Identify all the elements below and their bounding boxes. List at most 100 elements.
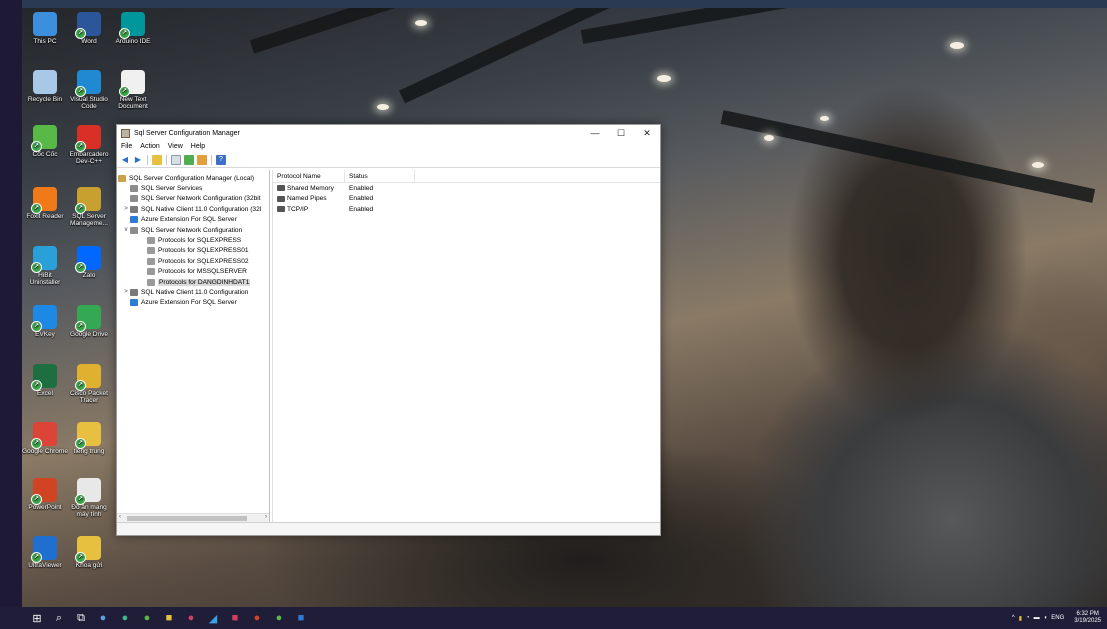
taskbar-app-5[interactable]: ■ [224, 607, 246, 629]
arduino-icon: ↗ [119, 12, 145, 39]
desktop-icon[interactable]: ↗ SQL Server Manageme... [66, 187, 112, 227]
menu-action[interactable]: Action [140, 143, 159, 150]
tree-node-icon [147, 247, 155, 255]
desktop-icon[interactable]: ↗ Visual Studio Code [66, 70, 112, 110]
desktop-icon[interactable]: ↗ EVKey [22, 305, 68, 338]
column-protocol-name[interactable]: Protocol Name [273, 170, 345, 182]
taskbar-coccoc[interactable]: ● [136, 607, 158, 629]
tree-node-icon [130, 216, 138, 224]
tree-node[interactable]: > SQL Native Client 11.0 Configuration [117, 287, 269, 297]
tree-node[interactable]: SQL Server Services [117, 183, 269, 193]
search-icon[interactable]: ⌕ [48, 607, 70, 629]
protocol-list: Shared Memory Enabled Named Pipes Enabled TC… [273, 183, 660, 215]
desktop-icon[interactable]: ↗ tiếng trung [66, 422, 112, 455]
tree-node-label: Azure Extension For SQL Server [141, 216, 237, 224]
taskbar-app-6[interactable]: ● [246, 607, 268, 629]
word-icon: ↗ [75, 12, 101, 39]
desktop-icon[interactable]: ↗ Zalo [66, 246, 112, 279]
close-button[interactable]: ✕ [634, 125, 660, 141]
desktop-icon[interactable]: ↗ New Text Document [110, 70, 156, 110]
minimize-button[interactable]: — [582, 125, 608, 141]
chrome-icon: ↗ [31, 422, 57, 449]
up-folder-icon[interactable] [152, 154, 162, 165]
tray-chevron-icon[interactable]: ^ [1012, 615, 1015, 621]
tree-node[interactable]: Protocols for SQLEXPRESS01 [117, 246, 269, 256]
protocol-row[interactable]: Shared Memory Enabled [273, 183, 660, 194]
start-button[interactable]: ⊞ [26, 607, 48, 629]
taskbar-app-7[interactable]: ● [268, 607, 290, 629]
tree-node-label: SQL Server Configuration Manager (Local) [129, 174, 255, 182]
taskbar-explorer[interactable]: ■ [158, 607, 180, 629]
tree-node[interactable]: SQL Server Configuration Manager (Local) [117, 173, 269, 183]
protocol-row[interactable]: Named Pipes Enabled [273, 194, 660, 205]
clock[interactable]: 6:32 PM 3/19/2025 [1074, 611, 1101, 625]
taskbar-app-8[interactable]: ■ [290, 607, 312, 629]
tree-node[interactable]: SQL Server Network Configuration (32bit [117, 194, 269, 204]
expand-toggle-icon[interactable]: > [122, 289, 130, 295]
column-status[interactable]: Status [345, 170, 415, 182]
desktop-icon[interactable]: ↗ Đồ án mạng máy tính [66, 478, 112, 518]
menu-view[interactable]: View [168, 143, 183, 150]
desktop-icon[interactable]: This PC [22, 12, 68, 45]
forward-arrow-icon[interactable]: ▶ [133, 155, 143, 165]
scroll-right-icon[interactable]: › [265, 514, 267, 520]
expand-toggle-icon[interactable]: v [122, 227, 130, 233]
desktop-icon[interactable]: ↗ Google Chrome [22, 422, 68, 455]
sql-config-manager-window[interactable]: Sql Server Configuration Manager — ☐ ✕ F… [116, 124, 661, 536]
taskbar-app-4[interactable]: ◢ [202, 607, 224, 629]
desktop-icon[interactable]: ↗ Khoa gửi [66, 536, 112, 569]
protocol-name-cell: TCP/IP [273, 206, 345, 213]
taskbar-app-1[interactable]: ● [92, 607, 114, 629]
expand-toggle-icon[interactable]: > [122, 206, 130, 212]
tray-volume-icon[interactable]: ◖ [1044, 615, 1048, 621]
scrollbar-thumb[interactable] [127, 516, 247, 521]
tree-node-label: SQL Server Network Configuration [141, 226, 243, 234]
tree-node[interactable]: > SQL Native Client 11.0 Configuration (3… [117, 204, 269, 214]
task-view-icon[interactable]: ⧉ [70, 607, 92, 629]
tree-node[interactable]: v SQL Server Network Configuration [117, 225, 269, 235]
back-arrow-icon[interactable]: ◀ [120, 155, 130, 165]
desktop-icon[interactable]: ↗ UltraViewer [22, 536, 68, 569]
desktop-icon[interactable]: Recycle Bin [22, 70, 68, 103]
desktop-icon[interactable]: ↗ HiBit Uninstaller [22, 246, 68, 286]
system-tray: ^ ▮ ◔ ▬ ◖ ENG 6:32 PM 3/19/2025 [1012, 607, 1101, 629]
help-icon[interactable]: ? [216, 154, 226, 165]
desktop-icon[interactable]: ↗ Foxit Reader [22, 187, 68, 220]
maximize-button[interactable]: ☐ [608, 125, 634, 141]
tree-node-label: Protocols for DANGDINHDAT1 [158, 278, 251, 286]
ssms-icon: ↗ [75, 187, 101, 214]
title-bar[interactable]: Sql Server Configuration Manager — ☐ ✕ [117, 125, 660, 141]
tree-node[interactable]: Azure Extension For SQL Server [117, 298, 269, 308]
tray-app-icon[interactable]: ▮ [1019, 615, 1022, 622]
list-pane: Protocol Name Status Shared Memory Enable… [272, 170, 660, 523]
tray-wifi-icon[interactable]: ◔ [1026, 615, 1030, 621]
taskbar-app-3[interactable]: ● [180, 607, 202, 629]
tree-node[interactable]: Protocols for DANGDINHDAT1 [117, 277, 269, 287]
tree-node-icon [147, 237, 155, 245]
tree-node[interactable]: Azure Extension For SQL Server [117, 215, 269, 225]
desktop-icon[interactable]: ↗ Arduino IDE [110, 12, 156, 45]
desktop-icon[interactable]: ↗ Google Drive [66, 305, 112, 338]
desktop-icon[interactable]: ↗ Cisco Packet Tracer [66, 364, 112, 404]
desktop-icon[interactable]: ↗ PowerPoint [22, 478, 68, 511]
tree-node[interactable]: Protocols for SQLEXPRESS02 [117, 256, 269, 266]
tree-node[interactable]: Protocols for MSSQLSERVER [117, 267, 269, 277]
scroll-left-icon[interactable]: ‹ [119, 514, 121, 520]
window-controls: — ☐ ✕ [582, 125, 660, 141]
tree-node[interactable]: Protocols for SQLEXPRESS [117, 235, 269, 245]
refresh-icon[interactable] [184, 154, 194, 165]
desktop-icon[interactable]: ↗ Cốc Cốc [22, 125, 68, 158]
desktop-icon[interactable]: ↗ Embarcadero Dev-C++ [66, 125, 112, 165]
export-list-icon[interactable] [197, 154, 207, 165]
desktop-icon[interactable]: ↗ Excel [22, 364, 68, 397]
desktop-icon-label: UltraViewer [28, 562, 62, 569]
input-language[interactable]: ENG [1051, 615, 1064, 621]
desktop-icon-label: Google Drive [70, 331, 108, 338]
menu-file[interactable]: File [121, 143, 132, 150]
menu-help[interactable]: Help [191, 143, 205, 150]
tray-network-icon[interactable]: ▬ [1034, 615, 1040, 621]
desktop-icon[interactable]: ↗ Word [66, 12, 112, 45]
protocol-row[interactable]: TCP/IP Enabled [273, 204, 660, 215]
properties-icon[interactable] [171, 154, 181, 165]
taskbar-app-2[interactable]: ● [114, 607, 136, 629]
